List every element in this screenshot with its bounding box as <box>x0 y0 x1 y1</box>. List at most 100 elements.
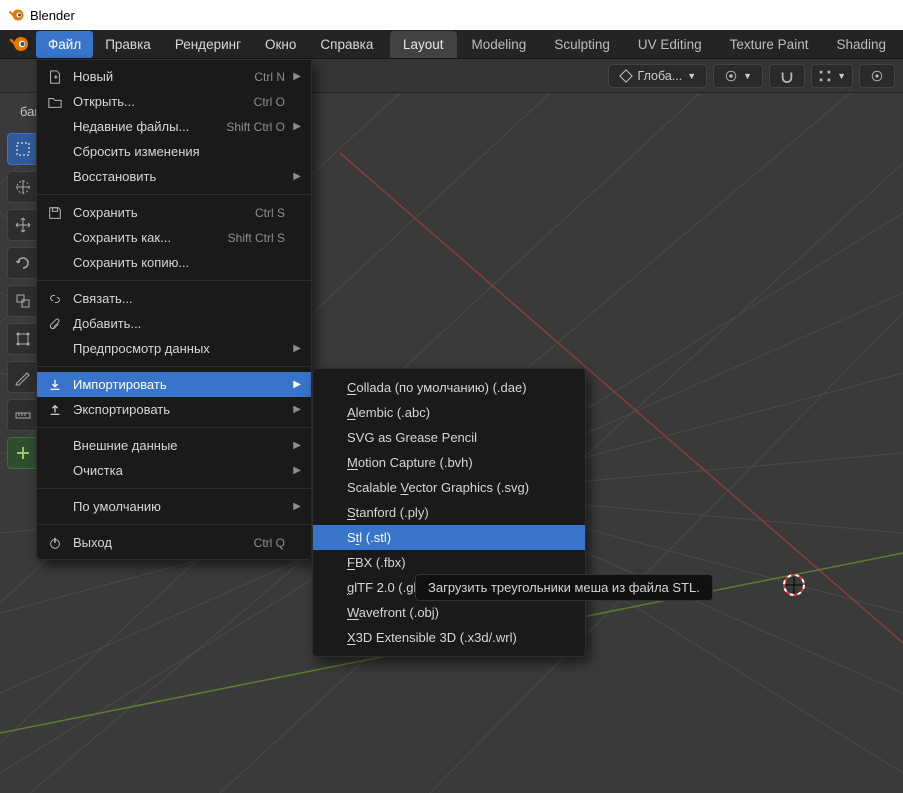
tab-texture-paint[interactable]: Texture Paint <box>717 31 822 58</box>
import-option-label: Collada (по умолчанию) (.dae) <box>347 380 527 395</box>
snap-toggle[interactable] <box>769 64 805 88</box>
import-option-label: Scalable Vector Graphics (.svg) <box>347 480 529 495</box>
tool-transform[interactable] <box>7 323 39 355</box>
submenu-arrow-icon: ▶ <box>291 343 301 354</box>
submenu-arrow-icon: ▶ <box>291 501 301 512</box>
import-option-label: Wavefront (.obj) <box>347 605 439 620</box>
menu-item-внешние-данные[interactable]: Внешние данные ▶ <box>37 433 311 458</box>
menu-item-выход[interactable]: ВыходCtrl Q <box>37 530 311 555</box>
tool-select-box[interactable] <box>7 133 39 165</box>
window-title: Blender <box>30 8 75 23</box>
menu-item-недавние-файлы-[interactable]: Недавние файлы...Shift Ctrl O▶ <box>37 114 311 139</box>
menu-edit[interactable]: Правка <box>93 31 163 58</box>
import-option[interactable]: Alembic (.abc) <box>313 400 585 425</box>
tool-add[interactable] <box>7 437 39 469</box>
proportional-toggle[interactable] <box>859 64 895 88</box>
menu-item-связать-[interactable]: Связать... <box>37 286 311 311</box>
submenu-arrow-icon: ▶ <box>291 171 301 182</box>
import-option[interactable]: Wavefront (.obj) <box>313 600 585 625</box>
import-option[interactable]: Stanford (.ply) <box>313 500 585 525</box>
import-option[interactable]: Scalable Vector Graphics (.svg) <box>313 475 585 500</box>
submenu-arrow-icon: ▶ <box>291 121 301 132</box>
menu-help[interactable]: Справка <box>308 31 385 58</box>
menu-item-сохранить-как-[interactable]: Сохранить как...Shift Ctrl S <box>37 225 311 250</box>
chevron-down-icon: ▼ <box>743 71 752 81</box>
menu-item-label: Сохранить <box>73 205 255 220</box>
menu-item-label: Добавить... <box>73 316 285 331</box>
import-option[interactable]: SVG as Grease Pencil <box>313 425 585 450</box>
menu-item-label: Импортировать <box>73 377 285 392</box>
import-option[interactable]: FBX (.fbx) <box>313 550 585 575</box>
menu-item-shortcut: Ctrl N <box>254 70 285 84</box>
menu-item-по-умолчанию[interactable]: По умолчанию▶ <box>37 494 311 519</box>
import-option[interactable]: Motion Capture (.bvh) <box>313 450 585 475</box>
menu-item-открыть-[interactable]: Открыть...Ctrl O <box>37 89 311 114</box>
menu-item-добавить-[interactable]: Добавить... <box>37 311 311 336</box>
tool-cursor[interactable] <box>7 171 39 203</box>
tool-measure[interactable] <box>7 399 39 431</box>
menu-render[interactable]: Рендеринг <box>163 31 253 58</box>
orientation-dropdown[interactable]: Глоба... ▼ <box>608 64 708 88</box>
menu-window[interactable]: Окно <box>253 31 308 58</box>
menu-item-сохранить-копию-[interactable]: Сохранить копию... <box>37 250 311 275</box>
menu-item-импортировать[interactable]: Импортировать▶ <box>37 372 311 397</box>
submenu-arrow-icon: ▶ <box>291 465 301 476</box>
menu-item-сбросить-изменения[interactable]: Сбросить изменения <box>37 139 311 164</box>
menu-item-экспортировать[interactable]: Экспортировать▶ <box>37 397 311 422</box>
menu-file[interactable]: Файл <box>36 31 93 58</box>
menu-item-новый[interactable]: НовыйCtrl N▶ <box>37 64 311 89</box>
tab-uv-editing[interactable]: UV Editing <box>625 31 715 58</box>
import-option[interactable]: Stl (.stl) <box>313 525 585 550</box>
menu-item-label: Очистка <box>73 463 285 478</box>
tab-shading[interactable]: Shading <box>823 31 899 58</box>
menu-item-label: Связать... <box>73 291 285 306</box>
submenu-arrow-icon: ▶ <box>291 404 301 415</box>
menu-item-shortcut: Ctrl O <box>254 95 285 109</box>
submenu-arrow-icon: ▶ <box>291 71 301 82</box>
menu-item-shortcut: Ctrl Q <box>254 536 285 550</box>
submenu-arrow-icon: ▶ <box>291 440 301 451</box>
import-option[interactable]: X3D Extensible 3D (.x3d/.wrl) <box>313 625 585 650</box>
import-option-label: FBX (.fbx) <box>347 555 406 570</box>
folder-icon <box>47 95 63 109</box>
export-icon <box>47 403 63 417</box>
menu-item-label: Предпросмотр данных <box>73 341 285 356</box>
menu-item-label: Сохранить как... <box>73 230 228 245</box>
workspace-tabs: Layout Modeling Sculpting UV Editing Tex… <box>390 31 899 58</box>
chevron-down-icon: ▼ <box>687 71 696 81</box>
menu-item-label: Внешние данные <box>73 438 285 453</box>
menu-item-label: Выход <box>73 535 254 550</box>
app-logo-icon <box>8 33 30 55</box>
import-option-label: SVG as Grease Pencil <box>347 430 477 445</box>
file-new-icon <box>47 70 63 84</box>
tab-layout[interactable]: Layout <box>390 31 457 58</box>
import-option-label: Stanford (.ply) <box>347 505 429 520</box>
menu-item-shortcut: Ctrl S <box>255 206 285 220</box>
menu-item-восстановить[interactable]: Восстановить▶ <box>37 164 311 189</box>
import-option-label: Stl (.stl) <box>347 530 391 545</box>
tool-rotate[interactable] <box>7 247 39 279</box>
menu-item-label: Сохранить копию... <box>73 255 285 270</box>
import-option[interactable]: Collada (по умолчанию) (.dae) <box>313 375 585 400</box>
power-icon <box>47 536 63 550</box>
tab-modeling[interactable]: Modeling <box>459 31 540 58</box>
tool-move[interactable] <box>7 209 39 241</box>
menu-item-сохранить[interactable]: СохранитьCtrl S <box>37 200 311 225</box>
save-icon <box>47 206 63 220</box>
tab-sculpting[interactable]: Sculpting <box>541 31 623 58</box>
snap-element-dropdown[interactable]: ▼ <box>811 64 853 88</box>
import-icon <box>47 378 63 392</box>
menu-item-предпросмотр-данных[interactable]: Предпросмотр данных ▶ <box>37 336 311 361</box>
import-submenu: Collada (по умолчанию) (.dae) Alembic (.a… <box>312 368 586 657</box>
import-option-label: Alembic (.abc) <box>347 405 430 420</box>
import-option-label: X3D Extensible 3D (.x3d/.wrl) <box>347 630 517 645</box>
top-menubar: Файл Правка Рендеринг Окно Справка Layou… <box>0 30 903 59</box>
menu-item-очистка[interactable]: Очистка ▶ <box>37 458 311 483</box>
orientation-label: Глоба... <box>638 69 683 83</box>
file-dropdown-menu: НовыйCtrl N▶Открыть...Ctrl OНедавние фай… <box>36 59 312 560</box>
pivot-dropdown[interactable]: ▼ <box>713 64 763 88</box>
3d-cursor-icon <box>780 571 808 599</box>
tool-annotate[interactable] <box>7 361 39 393</box>
menu-item-label: Сбросить изменения <box>73 144 285 159</box>
tool-scale[interactable] <box>7 285 39 317</box>
